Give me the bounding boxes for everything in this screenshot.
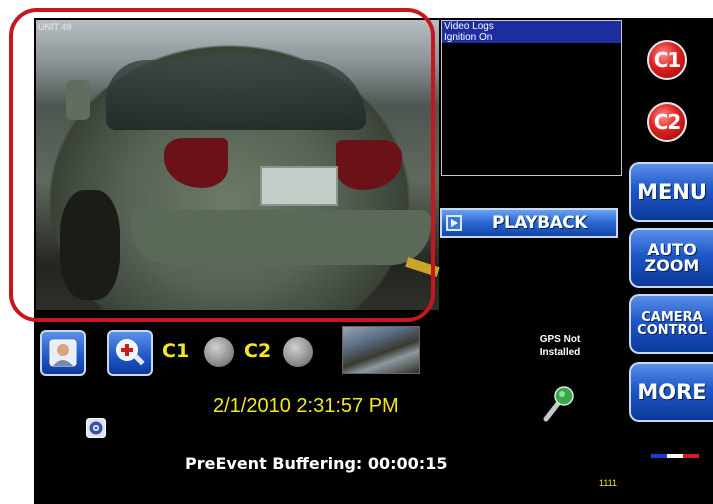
playback-button[interactable]: PLAYBACK xyxy=(440,208,618,238)
video-log-list[interactable]: Video Logs Ignition On xyxy=(441,20,622,176)
video-highlight-ring xyxy=(9,8,435,322)
camera-2-selector[interactable] xyxy=(283,337,313,367)
zoom-icon xyxy=(116,339,145,366)
gps-status-line2: Installed xyxy=(539,347,581,358)
gps-status: GPS Not Installed xyxy=(520,333,600,359)
more-button-label: MORE xyxy=(637,379,707,404)
menu-button[interactable]: MENU xyxy=(629,162,713,222)
menu-button-label: MENU xyxy=(637,179,707,204)
log-item-ignition-on[interactable]: Ignition On xyxy=(442,32,621,43)
camera-2-selector-label: C2 xyxy=(244,340,272,362)
preevent-buffering-status: PreEvent Buffering: 00:00:15 xyxy=(185,454,448,473)
status-indicator-bar xyxy=(651,454,699,458)
user-icon xyxy=(49,339,77,367)
camera-control-label-line2: CONTROL xyxy=(637,323,707,338)
current-datetime: 2/1/2010 2:31:57 PM xyxy=(213,395,399,417)
gps-target-icon[interactable] xyxy=(86,418,106,438)
gps-status-line1: GPS Not xyxy=(539,334,581,345)
camera-1-selector-label: C1 xyxy=(162,340,190,362)
camera-control-button[interactable]: CAMERA CONTROL xyxy=(629,294,713,354)
auto-zoom-label-line2: ZOOM xyxy=(644,256,700,275)
play-icon xyxy=(446,215,462,231)
zoom-button[interactable] xyxy=(107,330,153,376)
log-item-video-logs[interactable]: Video Logs xyxy=(442,21,621,32)
microphone-icon[interactable] xyxy=(540,383,574,423)
camera-2-button[interactable]: C2 xyxy=(647,102,687,142)
camera-thumbnail[interactable] xyxy=(342,326,420,374)
indicator-red xyxy=(683,454,699,458)
auto-zoom-button[interactable]: AUTO ZOOM xyxy=(629,228,713,288)
camera-1-button[interactable]: C1 xyxy=(647,40,687,80)
indicator-white xyxy=(667,454,683,458)
indicator-blue xyxy=(651,454,667,458)
camera-1-selector[interactable] xyxy=(204,337,234,367)
more-button[interactable]: MORE xyxy=(629,362,713,422)
playback-label: PLAYBACK xyxy=(492,213,587,233)
officer-profile-button[interactable] xyxy=(40,330,86,376)
unit-counter: 1111 xyxy=(599,478,618,488)
